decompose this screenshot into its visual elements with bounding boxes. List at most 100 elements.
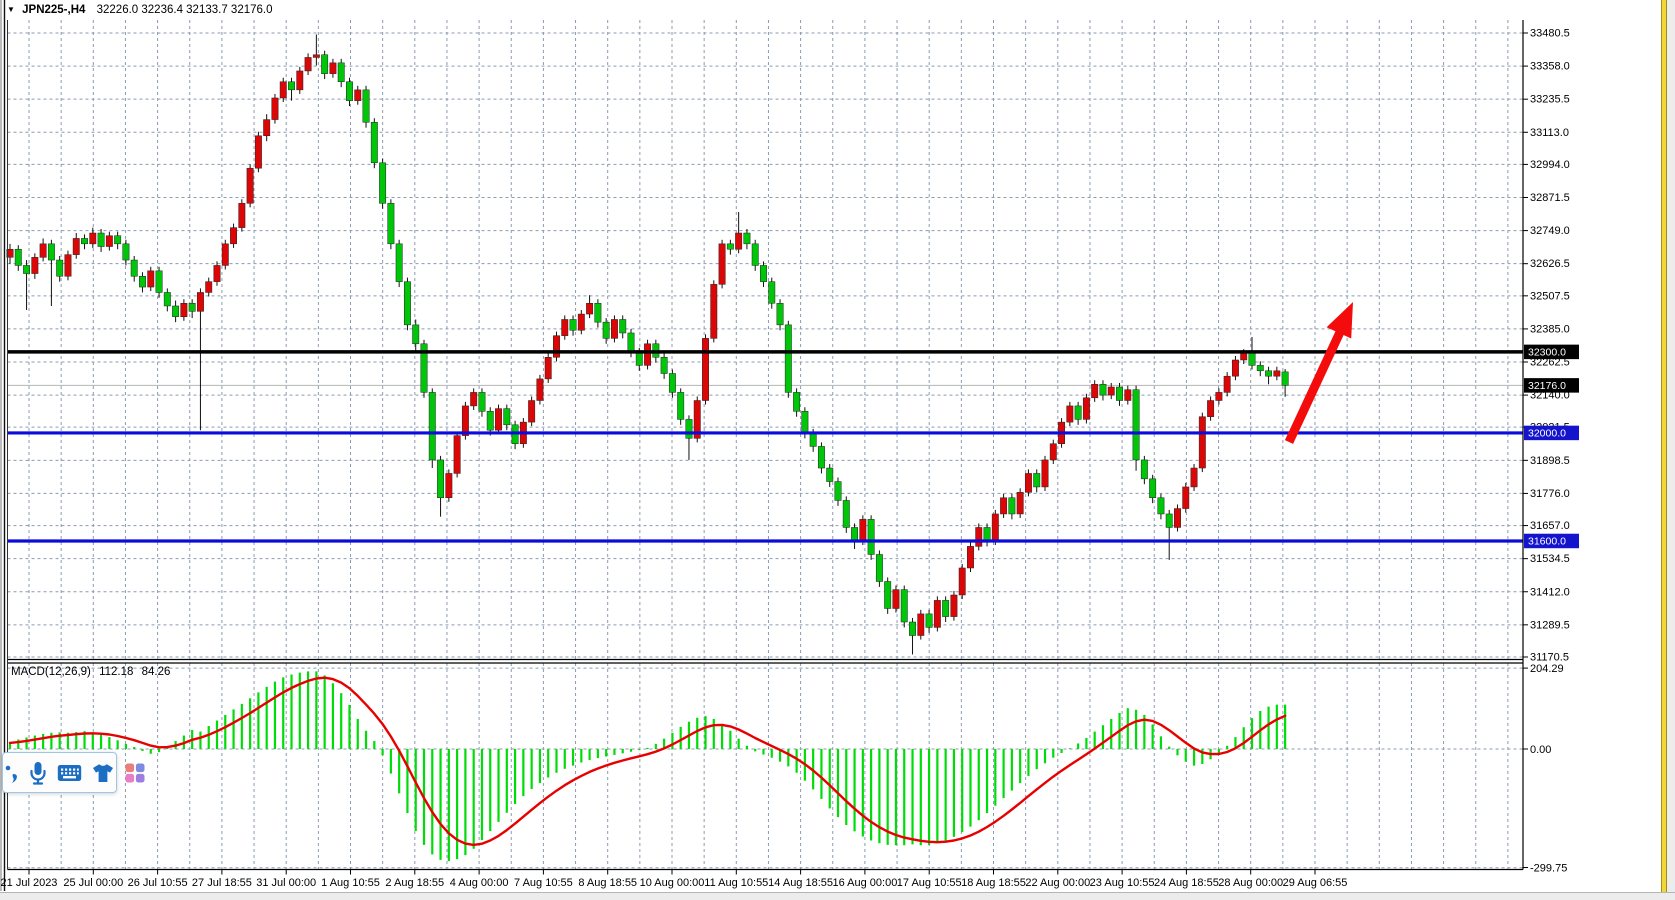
candle-body: [752, 244, 758, 266]
time-axis-label: 25 Jul 00:00: [63, 877, 123, 889]
price-axis-label: 33235.5: [1530, 94, 1570, 106]
candle-body: [942, 600, 948, 616]
candle-body: [909, 622, 915, 636]
right-gutter: [1667, 0, 1675, 900]
candle-body: [835, 482, 841, 501]
candle-body: [934, 600, 940, 627]
candle-body: [338, 63, 344, 82]
candle-body: [255, 136, 261, 168]
trend-arrow-head[interactable]: [1327, 302, 1353, 339]
candle-body: [785, 325, 791, 393]
candle-body: [470, 392, 476, 406]
candle-body: [1191, 468, 1197, 487]
candle-body: [346, 82, 352, 101]
candle-body: [1274, 371, 1280, 376]
candle-body: [297, 71, 303, 90]
candle-body: [1075, 406, 1081, 420]
candle-body: [1100, 384, 1106, 395]
microphone-icon[interactable]: [28, 760, 48, 786]
chart-canvas: 33480.533358.033235.533113.032994.032871…: [0, 0, 1675, 900]
emoji-grid-icon[interactable]: [124, 762, 146, 784]
candle-body: [562, 319, 568, 335]
candle-body: [578, 314, 584, 330]
candle-body: [263, 120, 269, 136]
candle-body: [1183, 487, 1189, 509]
candle-body: [884, 581, 890, 608]
candle-body: [1017, 492, 1023, 514]
candle-body: [90, 233, 96, 244]
candle-body: [437, 460, 443, 498]
candle-body: [851, 527, 857, 541]
candle-body: [363, 90, 369, 122]
price-axis-label: 33113.0: [1530, 127, 1569, 139]
price-axis-label: 32385.0: [1530, 323, 1570, 335]
candle-body: [48, 244, 54, 260]
candle-body: [164, 292, 170, 306]
candle-body: [396, 244, 402, 282]
price-axis-label: 32994.0: [1530, 159, 1570, 171]
candle-body: [81, 238, 87, 243]
symbol-period-label: JPN225-,H4: [22, 4, 85, 16]
candle-body: [1199, 417, 1205, 468]
price-axis-label: 32507.5: [1530, 290, 1570, 302]
collapse-quotes-icon[interactable]: ▼: [7, 5, 15, 14]
time-axis-label: 18 Aug 18:55: [961, 877, 1026, 889]
candle-body: [495, 409, 501, 431]
candle-body: [1108, 387, 1114, 395]
candle-body: [1158, 498, 1164, 514]
candle-body: [280, 82, 286, 98]
candle-body: [976, 527, 982, 546]
time-axis-label: 31 Jul 00:00: [256, 877, 316, 889]
touch-keyboard-icon[interactable]: [57, 764, 82, 782]
candle-body: [677, 392, 683, 419]
macd-signal-line: [10, 678, 1285, 845]
candle-body: [537, 379, 543, 401]
bottom-gutter: [0, 892, 1675, 900]
candle-body: [1067, 406, 1073, 422]
price-axis-label: 31657.0: [1530, 520, 1570, 532]
time-axis-label: 23 Aug 10:55: [1090, 877, 1155, 889]
candle-body: [769, 282, 775, 304]
time-axis-label: 21 Jul 2023: [1, 877, 58, 889]
candle-body: [1000, 498, 1006, 514]
candle-body: [288, 82, 294, 90]
candle-body: [777, 303, 783, 325]
candle-body: [355, 90, 361, 101]
time-axis-label: 26 Jul 10:55: [128, 877, 188, 889]
candle-body: [1282, 372, 1288, 386]
candle-body: [719, 244, 725, 285]
candle-body: [1265, 371, 1271, 376]
candle-body: [172, 306, 178, 317]
candle-body: [230, 228, 236, 244]
candle-body: [843, 500, 849, 527]
price-axis-label: 31412.0: [1530, 586, 1570, 598]
price-axis-label: 31534.5: [1530, 553, 1570, 565]
candle-body: [636, 352, 642, 366]
trading-chart-window: 33480.533358.033235.533113.032994.032871…: [0, 0, 1675, 900]
time-axis-label: 29 Aug 06:55: [1283, 877, 1348, 889]
candle-body: [959, 568, 965, 595]
price-axis-label: 31170.5: [1530, 651, 1569, 663]
price-axis-label: 31898.5: [1530, 455, 1570, 467]
candle-body: [644, 344, 650, 366]
candle-body: [1232, 360, 1238, 376]
candle-body: [553, 336, 559, 358]
candle-body: [1091, 384, 1097, 398]
candle-body: [1125, 390, 1131, 401]
price-badge-label: 32176.0: [1528, 380, 1566, 392]
candle-body: [735, 233, 741, 249]
candle-body: [379, 163, 385, 204]
candle-body: [40, 244, 46, 258]
candle-body: [305, 57, 311, 71]
candle-body: [156, 271, 162, 293]
pen-input-icon[interactable]: [5, 761, 19, 785]
candle-body: [827, 468, 833, 482]
candle-body: [32, 257, 38, 273]
candle-body: [1207, 401, 1213, 417]
candle-body: [1133, 390, 1139, 460]
candle-body: [1216, 392, 1222, 400]
candle-body: [893, 590, 899, 609]
candle-body: [139, 276, 145, 287]
clothing-icon[interactable]: [91, 762, 115, 784]
candle-body: [1083, 398, 1089, 420]
